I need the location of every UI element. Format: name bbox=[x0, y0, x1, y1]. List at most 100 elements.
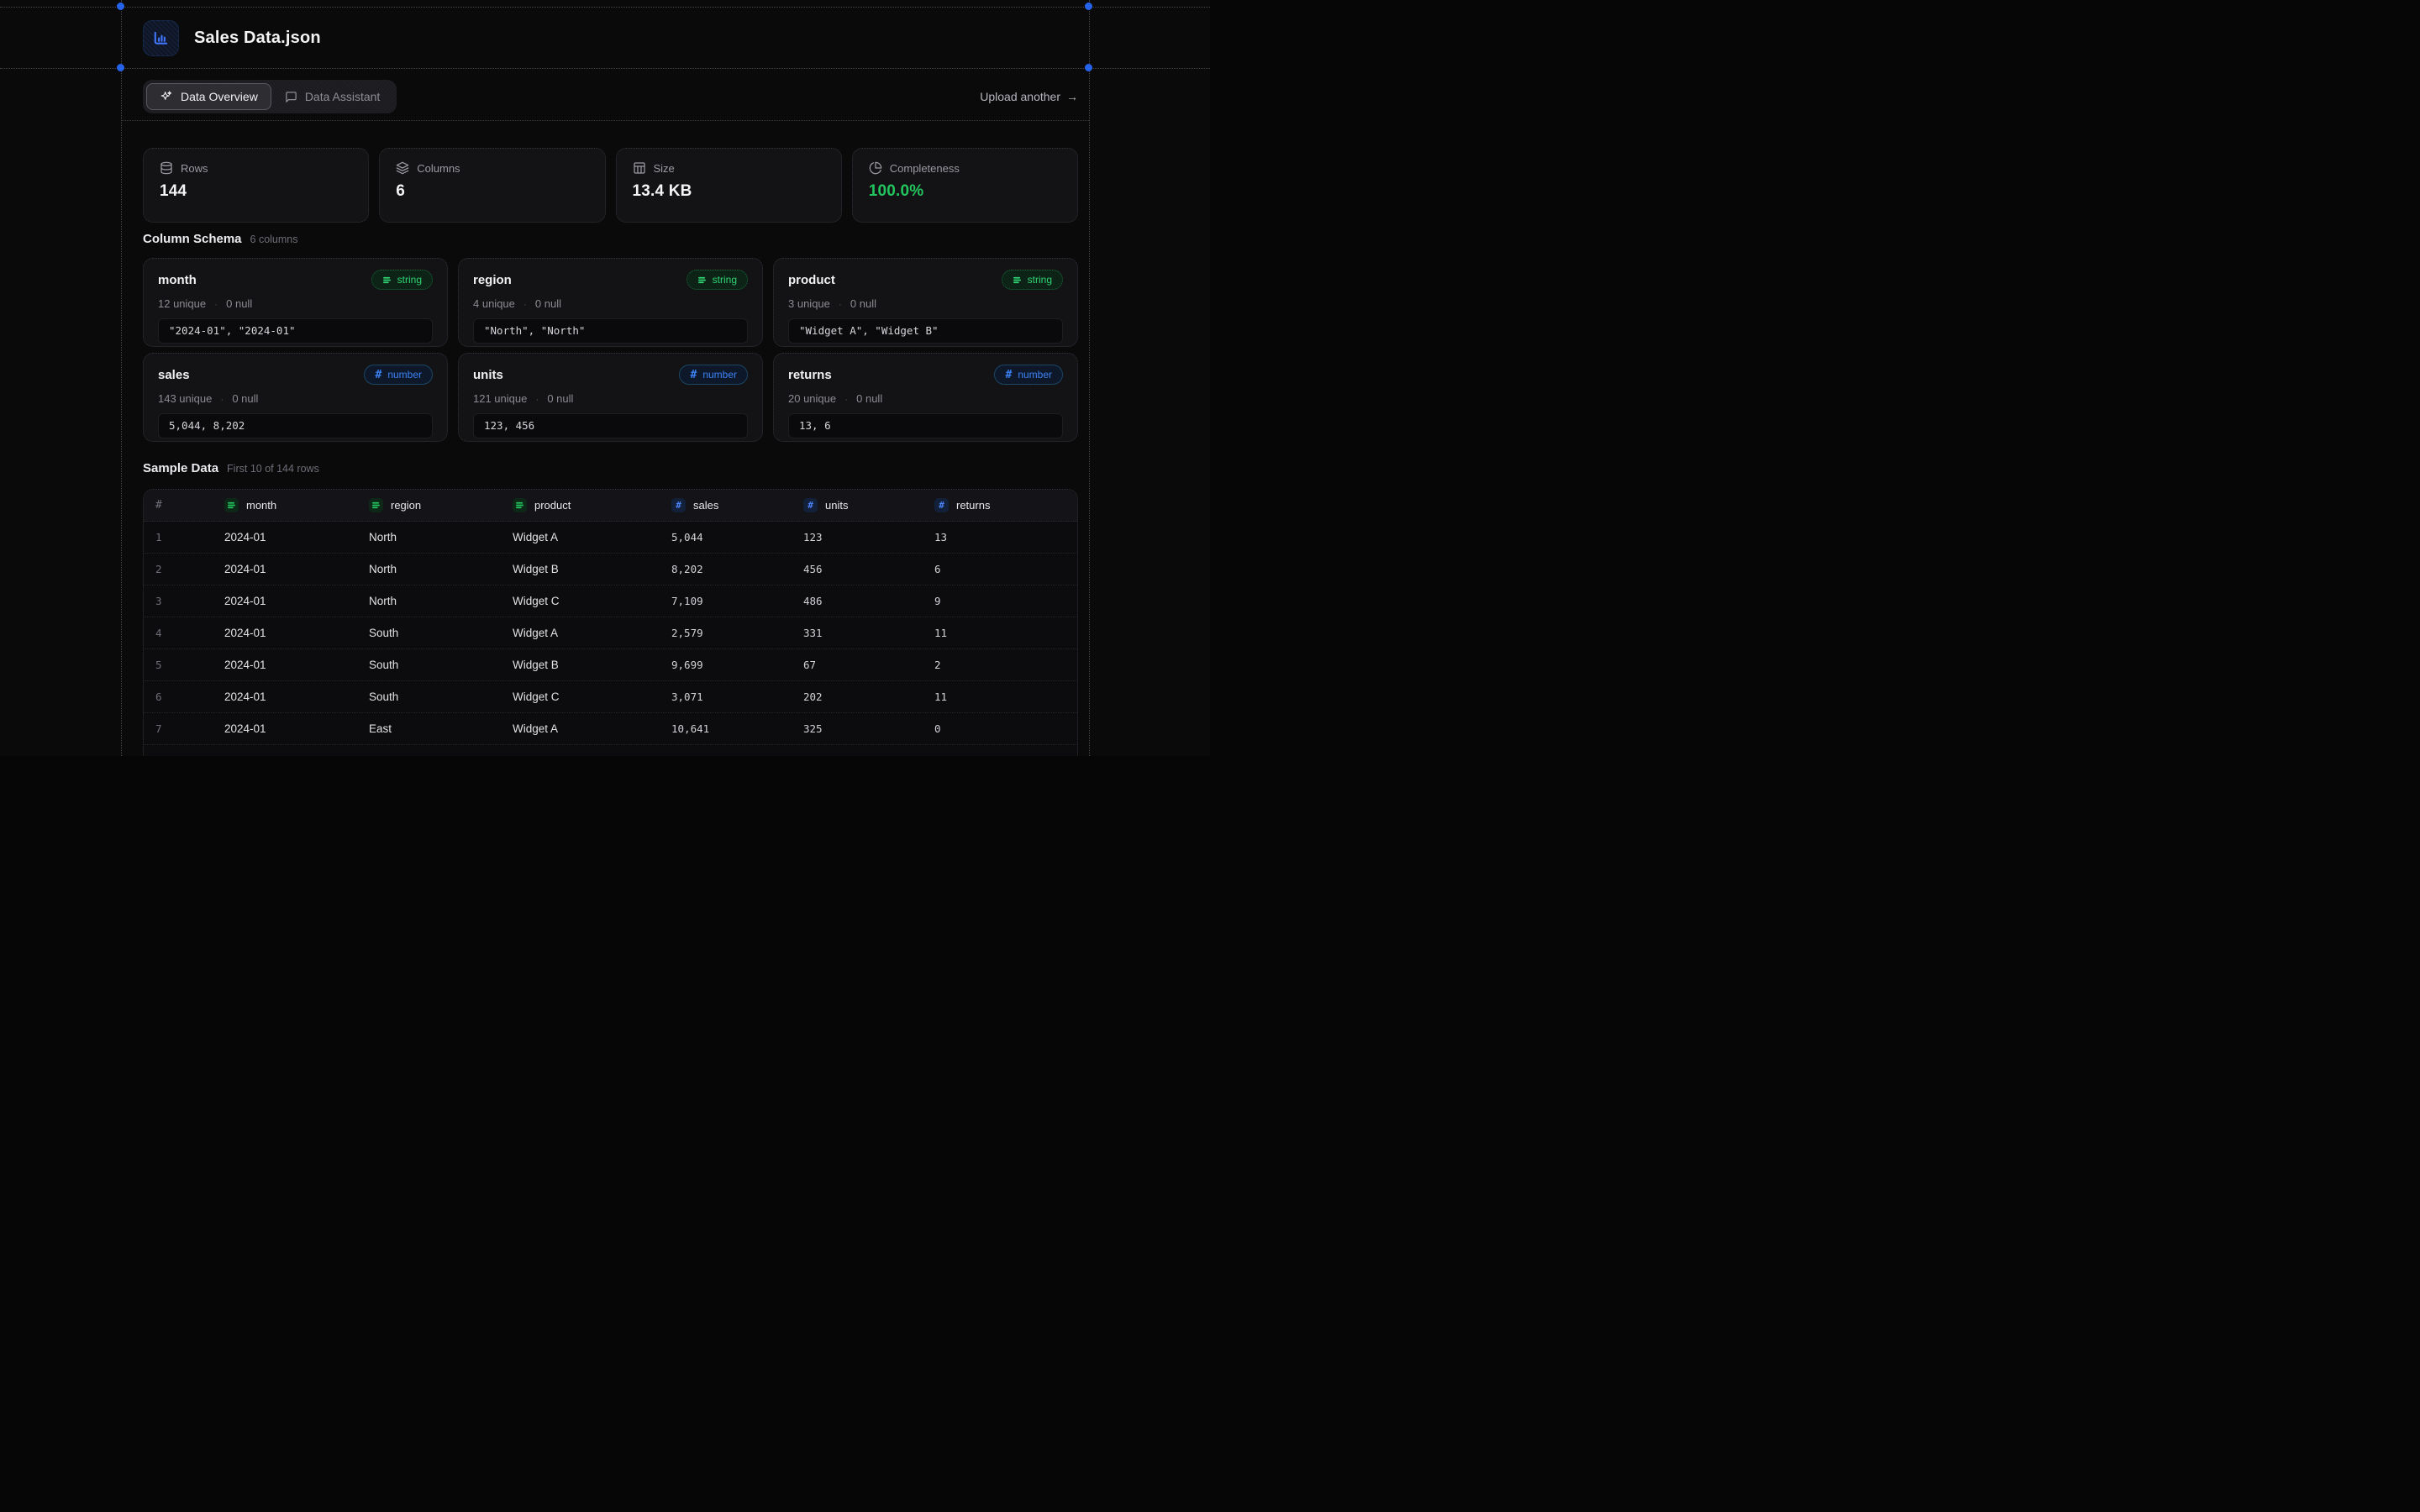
stats-grid: Rows 144 Columns 6 Size 13.4 KB Complete… bbox=[143, 148, 1078, 223]
cell-product: Widget C bbox=[513, 690, 671, 703]
row-index: 1 bbox=[144, 531, 224, 543]
column-sample-values: 123, 456 bbox=[473, 413, 748, 438]
stat-value: 144 bbox=[160, 182, 352, 201]
row-index: 3 bbox=[144, 595, 224, 607]
cell-region: East bbox=[369, 754, 513, 756]
tab-data-assistant[interactable]: Data Assistant bbox=[271, 83, 394, 110]
cell-month: 2024-01 bbox=[224, 659, 369, 671]
cell-returns: 2 bbox=[934, 659, 1077, 671]
row-index: 4 bbox=[144, 627, 224, 639]
meta-separator: · bbox=[214, 298, 218, 310]
table-header-index: # bbox=[144, 499, 224, 512]
unique-count: 121 unique bbox=[473, 392, 527, 405]
cell-sales: 10,641 bbox=[671, 722, 803, 735]
schema-column-card: product string 3 unique · 0 null "Widget… bbox=[773, 258, 1078, 347]
schema-column-card: month string 12 unique · 0 null "2024-01… bbox=[143, 258, 448, 347]
guide-line-left bbox=[121, 0, 122, 756]
schema-column-card: units #number 121 unique · 0 null 123, 4… bbox=[458, 353, 763, 442]
tab-data-overview[interactable]: Data Overview bbox=[146, 83, 271, 110]
lines-icon bbox=[1013, 276, 1022, 285]
upload-another-label: Upload another bbox=[980, 90, 1060, 103]
guide-line-right bbox=[1089, 0, 1090, 756]
stat-label: Rows bbox=[181, 162, 208, 175]
column-sample-values: "North", "North" bbox=[473, 318, 748, 344]
column-name: sales bbox=[158, 368, 190, 382]
upload-another-link[interactable]: Upload another → bbox=[980, 90, 1078, 103]
cell-region: North bbox=[369, 563, 513, 575]
table-header-row: #monthregionproduct#sales#units#returns bbox=[144, 490, 1077, 522]
cell-product: Widget B bbox=[513, 659, 671, 671]
cell-product: Widget A bbox=[513, 722, 671, 735]
column-meta: 4 unique · 0 null bbox=[473, 297, 748, 310]
table-header-sales: #sales bbox=[671, 498, 803, 512]
null-count: 0 null bbox=[226, 297, 252, 310]
guide-line-top bbox=[0, 7, 1210, 8]
type-label: string bbox=[713, 274, 737, 286]
column-meta: 3 unique · 0 null bbox=[788, 297, 1063, 310]
null-count: 0 null bbox=[232, 392, 258, 405]
hash-icon: # bbox=[1005, 370, 1012, 381]
stat-card: Size 13.4 KB bbox=[616, 148, 842, 223]
column-type-badge: string bbox=[371, 270, 433, 290]
guide-dot bbox=[117, 64, 124, 71]
table-row[interactable]: 32024-01NorthWidget C7,1094869 bbox=[144, 585, 1077, 617]
column-sample-values: "2024-01", "2024-01" bbox=[158, 318, 433, 344]
schema-card-top: sales #number bbox=[158, 365, 433, 385]
arrow-right-icon: → bbox=[1066, 90, 1078, 103]
cell-product: Widget B bbox=[513, 754, 671, 756]
unique-count: 20 unique bbox=[788, 392, 836, 405]
type-label: number bbox=[387, 369, 422, 381]
cell-sales: 9,699 bbox=[671, 659, 803, 671]
table-row[interactable]: 22024-01NorthWidget B8,2024566 bbox=[144, 554, 1077, 585]
table-row[interactable]: 52024-01SouthWidget B9,699672 bbox=[144, 649, 1077, 681]
cell-sales: 8,202 bbox=[671, 563, 803, 575]
null-count: 0 null bbox=[547, 392, 573, 405]
table-row[interactable]: 42024-01SouthWidget A2,57933111 bbox=[144, 617, 1077, 649]
speech-bubble-icon bbox=[285, 91, 297, 103]
stat-value: 100.0% bbox=[869, 182, 1061, 201]
sample-section-head: Sample Data First 10 of 144 rows bbox=[143, 461, 319, 475]
meta-separator: · bbox=[523, 298, 527, 310]
table-row[interactable]: 72024-01EastWidget A10,6413250 bbox=[144, 713, 1077, 745]
tabs-row: Data Overview Data Assistant Upload anot… bbox=[143, 80, 1078, 113]
cell-month: 2024-01 bbox=[224, 595, 369, 607]
cell-region: North bbox=[369, 595, 513, 607]
table-row[interactable]: 12024-01NorthWidget A5,04412313 bbox=[144, 522, 1077, 554]
lines-icon bbox=[224, 498, 239, 512]
table-row[interactable]: 82024-01EastWidget B7,3942183 bbox=[144, 745, 1077, 756]
schema-heading: Column Schema bbox=[143, 232, 242, 246]
cell-region: South bbox=[369, 659, 513, 671]
cell-region: North bbox=[369, 531, 513, 543]
column-header-label: sales bbox=[693, 499, 718, 512]
stat-label: Size bbox=[654, 162, 675, 175]
schema-card-top: region string bbox=[473, 270, 748, 290]
guide-dot bbox=[117, 3, 124, 10]
cell-sales: 7,109 bbox=[671, 595, 803, 607]
layers-icon bbox=[396, 161, 409, 175]
stat-label: Columns bbox=[417, 162, 460, 175]
table-icon bbox=[633, 161, 646, 175]
meta-separator: · bbox=[220, 393, 224, 405]
schema-column-card: sales #number 143 unique · 0 null 5,044,… bbox=[143, 353, 448, 442]
schema-column-card: region string 4 unique · 0 null "North",… bbox=[458, 258, 763, 347]
column-sample-values: 5,044, 8,202 bbox=[158, 413, 433, 438]
lines-icon bbox=[697, 276, 707, 285]
column-type-badge: string bbox=[1002, 270, 1063, 290]
cell-units: 202 bbox=[803, 690, 934, 703]
cell-units: 123 bbox=[803, 531, 934, 543]
schema-card-top: month string bbox=[158, 270, 433, 290]
hash-icon: # bbox=[934, 498, 949, 512]
guide-line-tabs-bottom bbox=[121, 120, 1089, 121]
page-title: Sales Data.json bbox=[194, 29, 321, 48]
cell-sales: 7,394 bbox=[671, 754, 803, 756]
column-type-badge: string bbox=[687, 270, 748, 290]
database-icon bbox=[160, 161, 173, 175]
table-row[interactable]: 62024-01SouthWidget C3,07120211 bbox=[144, 681, 1077, 713]
row-index: 5 bbox=[144, 659, 224, 671]
cell-units: 456 bbox=[803, 563, 934, 575]
schema-column-card: returns #number 20 unique · 0 null 13, 6 bbox=[773, 353, 1078, 442]
cell-sales: 3,071 bbox=[671, 690, 803, 703]
column-sample-values: "Widget A", "Widget B" bbox=[788, 318, 1063, 344]
row-index: 7 bbox=[144, 722, 224, 735]
column-type-badge: #number bbox=[679, 365, 748, 385]
